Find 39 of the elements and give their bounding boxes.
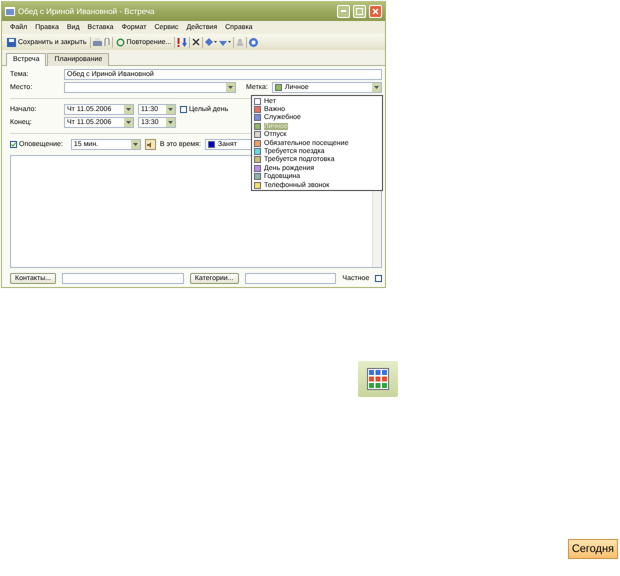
- exclamation-icon[interactable]: [177, 38, 180, 46]
- calendar-icon: [5, 6, 15, 16]
- caret-icon: [228, 86, 233, 89]
- reminder-checkbox[interactable]: [10, 141, 17, 148]
- dropdown-button[interactable]: [166, 118, 175, 127]
- help-icon[interactable]: [249, 38, 258, 46]
- caret-icon: [168, 108, 173, 111]
- calendar-grid-button[interactable]: [358, 361, 398, 397]
- today-button[interactable]: Сегодня: [568, 539, 618, 559]
- down-arrow-icon[interactable]: [182, 38, 188, 46]
- dropdown-button[interactable]: [124, 118, 133, 127]
- speaker-icon: [147, 142, 154, 148]
- categories-field[interactable]: [244, 272, 336, 284]
- dropdown-button[interactable]: [124, 105, 133, 114]
- location-field[interactable]: [64, 82, 236, 93]
- caret-icon: [126, 121, 131, 124]
- printer-icon[interactable]: [92, 38, 102, 46]
- paperclip-icon[interactable]: [104, 38, 110, 46]
- minimize-icon: [341, 10, 346, 12]
- dropdown-button[interactable]: [130, 140, 140, 149]
- caret-icon: [132, 143, 138, 146]
- caret-icon: [126, 108, 131, 111]
- contacts-field[interactable]: [62, 272, 184, 284]
- caret-icon: [168, 121, 173, 124]
- maximize-icon: [356, 8, 363, 14]
- down-arrow-icon[interactable]: [219, 38, 232, 46]
- close-button[interactable]: [369, 4, 382, 18]
- caret-icon: [374, 86, 379, 89]
- sound-button[interactable]: [144, 139, 156, 150]
- close-icon: [372, 8, 379, 14]
- private-checkbox[interactable]: [375, 274, 382, 282]
- window-title: Обед с Ириной Ивановной - Встреча: [18, 6, 156, 16]
- checkmark-icon: [11, 142, 16, 147]
- delete-icon[interactable]: [192, 38, 200, 46]
- dropdown-button[interactable]: [372, 83, 381, 92]
- dropdown-button[interactable]: [166, 105, 175, 114]
- grid-icon: [367, 368, 389, 390]
- all-day-checkbox[interactable]: [180, 106, 187, 113]
- dropdown-button[interactable]: [226, 83, 235, 92]
